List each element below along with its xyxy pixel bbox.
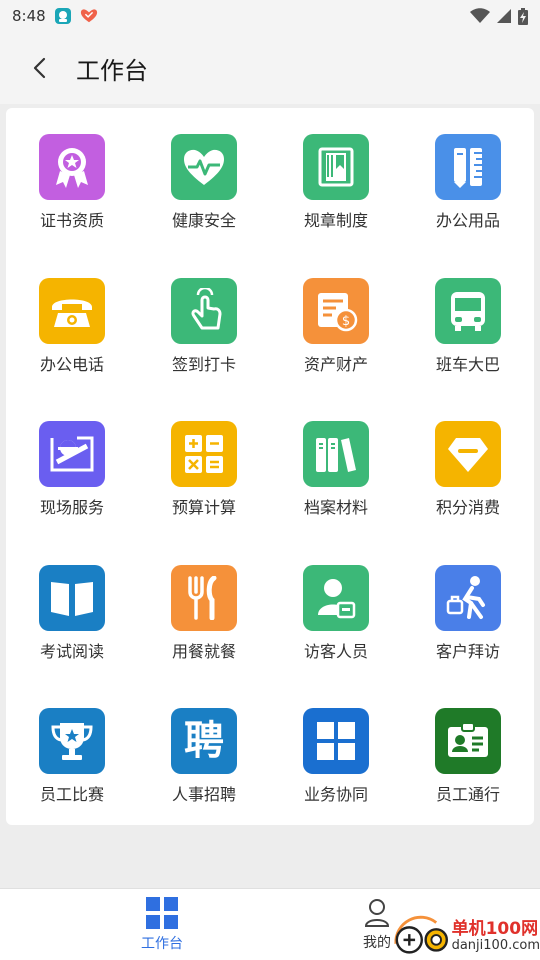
chevron-left-icon [33,57,46,79]
tile-label: 办公用品 [435,211,500,230]
watermark-url: danji100.com [451,938,540,953]
files-icon [303,421,369,487]
tile-label: 人事招聘 [171,785,236,804]
tile-telephone[interactable]: 办公电话 [6,252,138,396]
tile-label: 现场服务 [39,498,104,517]
tile-label: 资产财产 [303,354,368,374]
tile-label: 证书资质 [39,211,104,230]
tile-visitor[interactable]: 访客人员 [270,539,402,683]
tile-label: 班车大巴 [435,354,500,374]
tile-walking-person[interactable]: 客户拜访 [402,539,534,683]
battery-icon [518,7,528,25]
status-indicators [470,7,528,25]
tile-label: 用餐就餐 [171,641,236,661]
visitor-icon [303,564,369,631]
tile-label: 积分消费 [435,498,500,517]
user-profile-icon [364,899,390,927]
tile-calculator[interactable]: 预算计算 [138,395,270,539]
cutlery-icon [171,564,237,631]
tile-label: 签到打卡 [171,354,236,374]
tile-cutlery[interactable]: 用餐就餐 [138,539,270,683]
heart-pulse-icon [171,134,237,200]
watermark-text: 单机100网 danji100.com [452,920,540,954]
tile-label: 考试阅读 [39,641,104,661]
worker-icon [39,421,105,487]
watermark-logo-icon [394,915,448,954]
recruit-icon: 聘 [171,708,237,774]
wifi-icon [470,8,490,23]
back-button[interactable] [20,48,60,88]
grid-squares-icon [303,708,369,774]
tile-asset-bill[interactable]: $ 资产财产 [270,252,402,396]
tile-heart-pulse[interactable]: 健康安全 [138,108,270,252]
calculator-icon [171,421,237,487]
nav-label-workbench: 工作台 [141,936,183,952]
tile-id-card[interactable]: 员工通行 [402,682,534,826]
tile-label: 员工比赛 [39,785,104,804]
stationery-icon [435,134,501,200]
nav-tab-workbench[interactable]: 工作台 [122,889,202,960]
tile-label: 客户拜访 [435,641,500,661]
tile-stationery[interactable]: 办公用品 [402,108,534,252]
tile-grid-squares[interactable]: 业务协同 [270,682,402,826]
app-notification-icon [54,7,72,25]
certificate-icon [39,134,105,200]
diamond-icon [435,421,501,487]
tile-bus[interactable]: 班车大巴 [402,252,534,396]
status-bar: 8:48 [0,0,540,32]
tile-certificate[interactable]: 证书资质 [6,108,138,252]
status-time: 8:48 [12,7,46,25]
asset-bill-icon: $ [303,277,369,344]
tile-label: 员工通行 [435,785,500,804]
walking-person-icon [435,564,501,631]
tile-files[interactable]: 档案材料 [270,395,402,539]
rule-book-icon [303,134,369,200]
touch-icon [171,277,237,344]
signal-icon [497,9,511,23]
tile-recruit[interactable]: 聘人事招聘 [138,682,270,826]
bus-icon [435,277,501,344]
tile-label: 档案材料 [303,498,368,517]
tile-diamond[interactable]: 积分消费 [402,395,534,539]
trophy-icon [39,708,105,774]
workbench-card: 证书资质 健康安全 规章制度 办公用品办公电话 签到打卡 $ 资产财产 班车大巴现场服务 预算计… [6,108,534,825]
id-card-icon [435,708,501,774]
app-header: 工作台 [0,32,540,104]
feature-grid: 证书资质 健康安全 规章制度 办公用品办公电话 签到打卡 $ 资产财产 班车大巴现场服务 预算计… [6,108,534,826]
tile-trophy[interactable]: 员工比赛 [6,682,138,826]
workbench-grid-icon [146,897,178,929]
site-watermark: 单机100网 danji100.com [392,914,540,960]
tile-open-book[interactable]: 考试阅读 [6,539,138,683]
tile-label: 访客人员 [303,641,368,661]
recruit-glyph: 聘 [184,718,224,764]
watermark-brand: 单机100网 [451,919,539,939]
telephone-icon [39,277,105,344]
nav-label-mine: 我的 [363,935,391,951]
tile-label: 业务协同 [303,785,368,804]
tile-touch[interactable]: 签到打卡 [138,252,270,396]
tile-worker[interactable]: 现场服务 [6,395,138,539]
tile-label: 健康安全 [171,211,236,230]
svg-text:$: $ [342,314,350,329]
open-book-icon [39,564,105,631]
tile-rule-book[interactable]: 规章制度 [270,108,402,252]
tile-label: 规章制度 [303,211,368,230]
heart-app-notification-icon [80,7,98,25]
tile-label: 办公电话 [39,354,104,374]
page-title: 工作台 [76,56,148,85]
tile-label: 预算计算 [171,498,236,517]
